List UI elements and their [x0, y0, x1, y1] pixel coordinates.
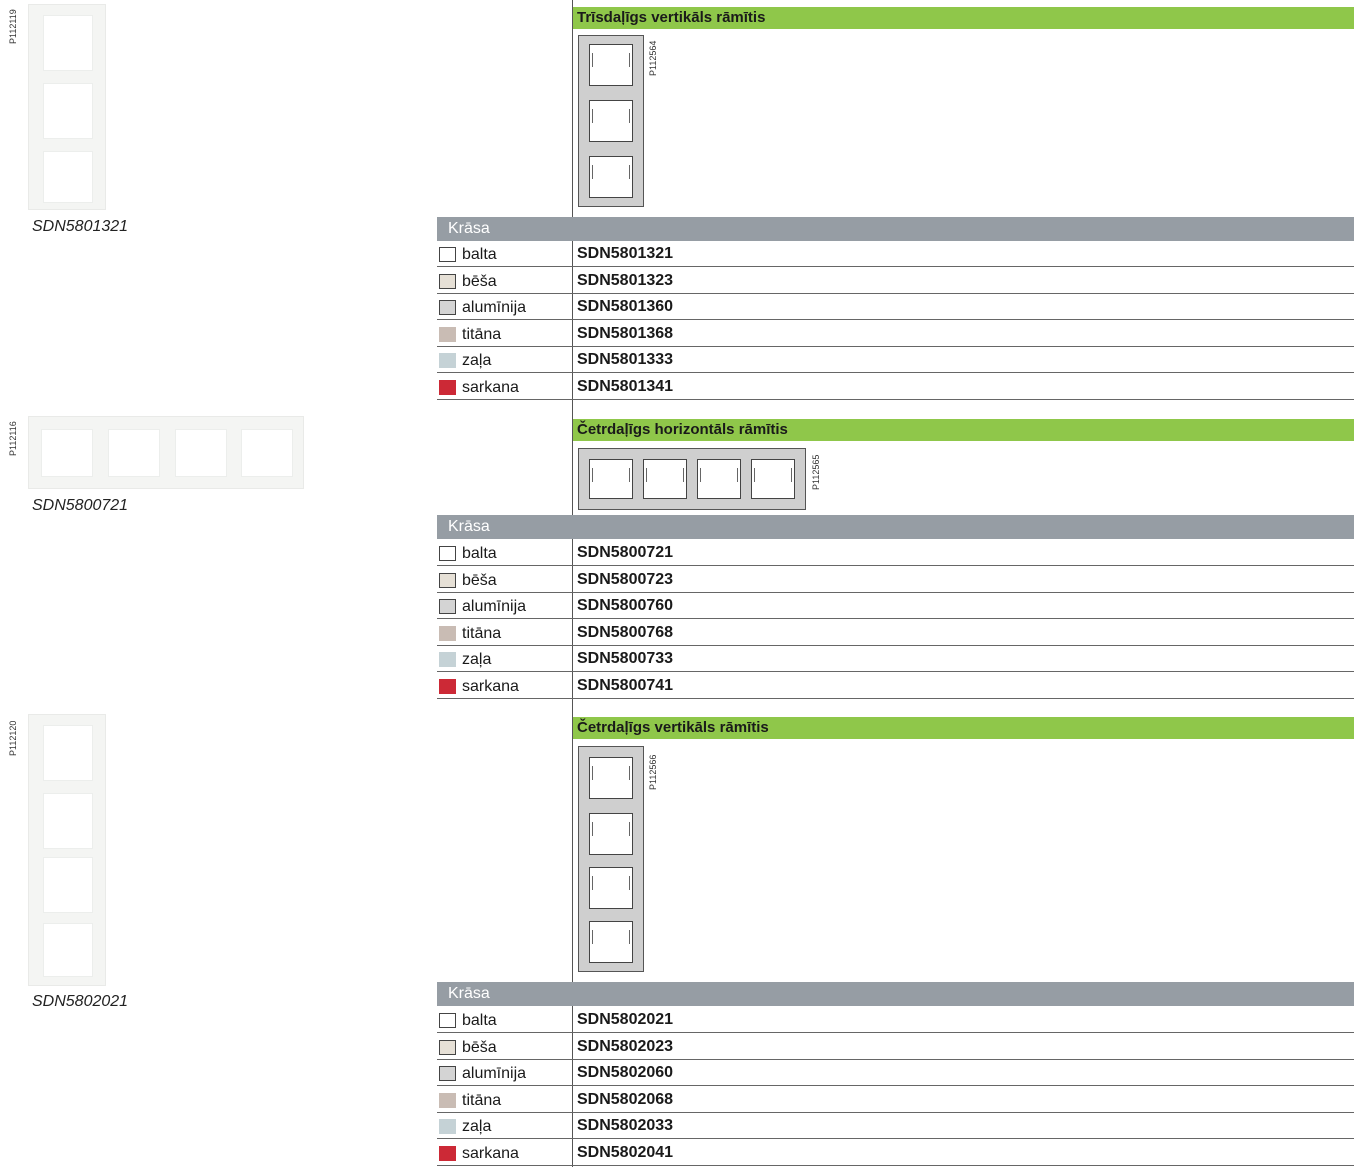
- product-drawing: [578, 35, 644, 207]
- table-row: alumīnija SDN5801360: [437, 294, 1354, 320]
- table-row: sarkana SDN5802041: [437, 1140, 1354, 1166]
- table-row: bēša SDN5801323: [437, 268, 1354, 294]
- table-row: sarkana SDN5801341: [437, 374, 1354, 400]
- product-reference: SDN5801368: [577, 324, 674, 342]
- product-caption: SDN5802021: [32, 993, 129, 1010]
- color-name: balta: [462, 545, 497, 562]
- color-name: titāna: [462, 624, 502, 642]
- product-photo: [28, 714, 106, 986]
- product-photo: [28, 416, 304, 489]
- product-reference: SDN5801323: [577, 271, 674, 289]
- color-name: zaļa: [462, 1118, 492, 1135]
- product-drawing: [578, 448, 806, 510]
- color-name: sarkana: [462, 677, 519, 695]
- product-photo: [28, 4, 106, 210]
- product-reference: SDN5800741: [577, 676, 674, 694]
- product-reference: SDN5802033: [577, 1117, 674, 1134]
- color-table-header: Krāsa: [437, 217, 1354, 241]
- product-reference: SDN5802021: [577, 1011, 674, 1028]
- color-swatch: [439, 353, 456, 368]
- product-reference: SDN5800723: [577, 570, 674, 588]
- color-name: zaļa: [462, 352, 492, 369]
- color-table-header: Krāsa: [437, 982, 1354, 1006]
- color-swatch: [439, 1013, 456, 1028]
- color-swatch: [439, 1145, 456, 1161]
- color-swatch: [439, 572, 456, 588]
- section-title: Četrdaļīgs horizontāls rāmītis: [573, 419, 1354, 441]
- table-row: alumīnija SDN5802060: [437, 1060, 1354, 1086]
- photo-code: P112116: [8, 421, 18, 456]
- photo-code: P112119: [8, 9, 18, 44]
- color-swatch: [439, 678, 456, 694]
- color-name: bēša: [462, 571, 497, 589]
- product-reference: SDN5802060: [577, 1064, 674, 1081]
- color-swatch: [439, 652, 456, 667]
- table-row: balta SDN5800721: [437, 540, 1354, 566]
- section-title: Četrdaļīgs vertikāls rāmītis: [573, 717, 1354, 739]
- table-row: alumīnija SDN5800760: [437, 593, 1354, 619]
- color-table-header: Krāsa: [437, 515, 1354, 539]
- color-name: bēša: [462, 1038, 497, 1056]
- color-name: alumīnija: [462, 598, 527, 615]
- product-drawing: [578, 746, 644, 972]
- color-swatch: [439, 1092, 456, 1108]
- color-swatch: [439, 1119, 456, 1134]
- table-row: zaļa SDN5800733: [437, 646, 1354, 672]
- color-swatch: [439, 625, 456, 641]
- product-reference: SDN5801333: [577, 351, 674, 368]
- color-swatch: [439, 326, 456, 342]
- product-reference: SDN5800768: [577, 623, 674, 641]
- table-row: zaļa SDN5802033: [437, 1113, 1354, 1139]
- color-name: balta: [462, 246, 497, 263]
- table-row: zaļa SDN5801333: [437, 347, 1354, 373]
- photo-code: P112120: [8, 720, 18, 756]
- color-swatch: [439, 379, 456, 395]
- color-name: titāna: [462, 325, 502, 343]
- color-name: alumīnija: [462, 1065, 527, 1082]
- color-swatch: [439, 546, 456, 561]
- color-name: balta: [462, 1012, 497, 1029]
- table-row: balta SDN5802021: [437, 1007, 1354, 1033]
- color-name: sarkana: [462, 1144, 519, 1162]
- product-caption: SDN5801321: [32, 218, 129, 235]
- color-swatch: [439, 599, 456, 614]
- color-swatch: [439, 273, 456, 289]
- color-swatch: [439, 1066, 456, 1081]
- product-reference: SDN5800733: [577, 650, 674, 667]
- drawing-code: P112565: [811, 454, 821, 490]
- color-name: alumīnija: [462, 299, 527, 316]
- table-row: bēša SDN5802023: [437, 1034, 1354, 1060]
- color-name: sarkana: [462, 378, 519, 396]
- drawing-code: P112564: [648, 40, 658, 76]
- table-row: balta SDN5801321: [437, 241, 1354, 267]
- product-reference: SDN5802041: [577, 1143, 674, 1161]
- product-caption: SDN5800721: [32, 497, 129, 514]
- color-swatch: [439, 300, 456, 315]
- table-row: titāna SDN5801368: [437, 321, 1354, 347]
- product-reference: SDN5802023: [577, 1037, 674, 1055]
- product-reference: SDN5802068: [577, 1090, 674, 1108]
- table-row: bēša SDN5800723: [437, 567, 1354, 593]
- product-reference: SDN5801360: [577, 298, 674, 315]
- table-row: titāna SDN5802068: [437, 1087, 1354, 1113]
- color-name: zaļa: [462, 651, 492, 668]
- color-name: titāna: [462, 1091, 502, 1109]
- color-name: bēša: [462, 272, 497, 290]
- product-reference: SDN5800760: [577, 597, 674, 614]
- color-swatch: [439, 247, 456, 262]
- table-row: sarkana SDN5800741: [437, 673, 1354, 699]
- product-reference: SDN5801321: [577, 245, 674, 262]
- section-title: Trīsdaļīgs vertikāls rāmītis: [573, 7, 1354, 29]
- product-reference: SDN5801341: [577, 377, 674, 395]
- table-row: titāna SDN5800768: [437, 620, 1354, 646]
- product-reference: SDN5800721: [577, 544, 674, 561]
- drawing-code: P112566: [648, 754, 658, 790]
- color-swatch: [439, 1039, 456, 1055]
